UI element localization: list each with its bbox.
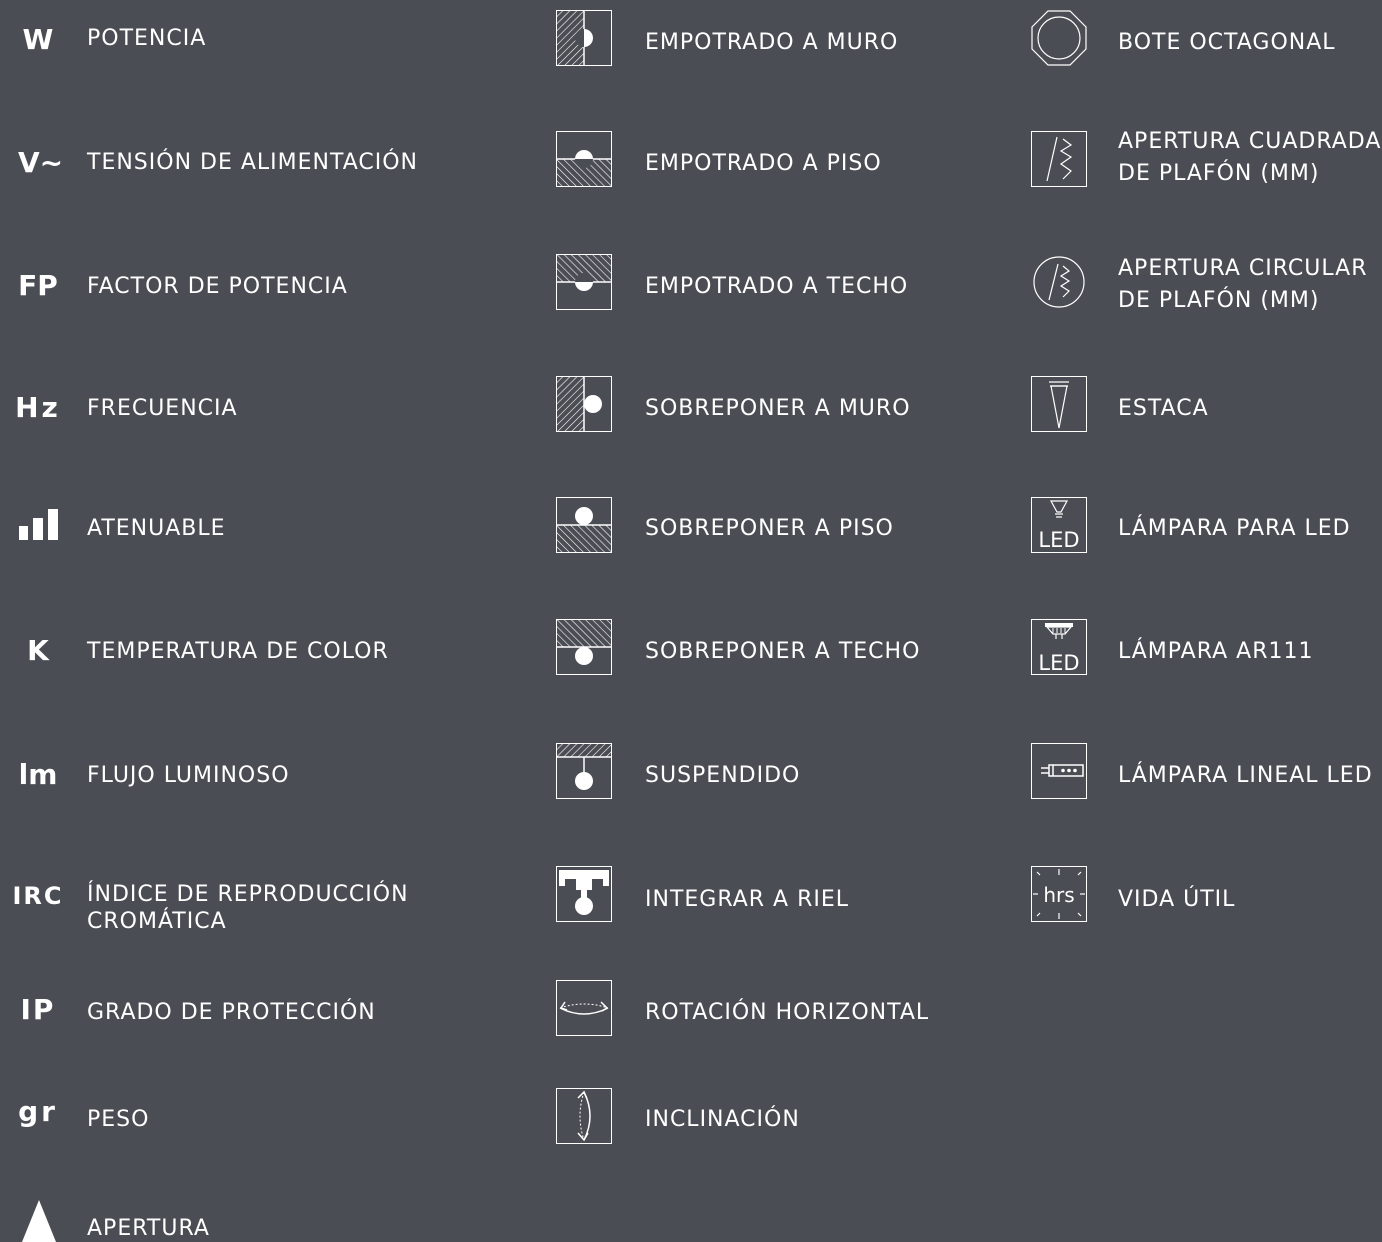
kelvin-symbol: K bbox=[27, 634, 49, 667]
suspended-icon bbox=[556, 743, 612, 799]
recessed-wall-icon bbox=[556, 10, 612, 66]
rotacion-horizontal-label: ROTACIÓN HORIZONTAL bbox=[645, 1000, 930, 1025]
triangle-icon bbox=[20, 1200, 58, 1242]
ip-symbol: IP bbox=[20, 993, 56, 1026]
lampara-lineal-label: LÁMPARA LINEAL LED bbox=[1118, 763, 1373, 788]
irc-label-line1: ÍNDICE DE REPRODUCCIÓN bbox=[87, 882, 409, 907]
apertura-cuadrada-line1: APERTURA CUADRADA bbox=[1118, 129, 1382, 154]
lumen-symbol: lm bbox=[18, 758, 58, 791]
voltage-symbol: V~ bbox=[18, 146, 64, 179]
ar111-lamp-icon: LED bbox=[1031, 619, 1087, 675]
led-lamp-icon: LED bbox=[1031, 497, 1087, 553]
recessed-ceiling-icon bbox=[556, 254, 612, 310]
estaca-label: ESTACA bbox=[1118, 396, 1209, 421]
apertura-circular-line1: APERTURA CIRCULAR bbox=[1118, 256, 1368, 281]
apertura-circular-line2: DE PLAFÓN (MM) bbox=[1118, 288, 1320, 313]
surface-floor-icon bbox=[556, 497, 612, 553]
ar111-lamp-text: LED bbox=[1038, 651, 1079, 675]
integrar-riel-label: INTEGRAR A RIEL bbox=[645, 887, 850, 912]
irc-symbol: IRC bbox=[12, 882, 64, 910]
recessed-floor-icon bbox=[556, 131, 612, 187]
sobreponer-piso-label: SOBREPONER A PISO bbox=[645, 516, 894, 541]
empotrado-muro-label: EMPOTRADO A MURO bbox=[645, 30, 899, 55]
suspendido-label: SUSPENDIDO bbox=[645, 763, 801, 788]
hertz-symbol: Hz bbox=[15, 391, 61, 424]
gram-symbol: gr bbox=[18, 1095, 58, 1128]
lampara-ar111-label: LÁMPARA AR111 bbox=[1118, 639, 1314, 664]
lampara-led-label: LÁMPARA PARA LED bbox=[1118, 516, 1351, 541]
apertura-label: APERTURA bbox=[87, 1216, 210, 1241]
flujo-luminoso-label: FLUJO LUMINOSO bbox=[87, 763, 290, 788]
tension-label: TENSIÓN DE ALIMENTACIÓN bbox=[87, 150, 418, 175]
sobreponer-muro-label: SOBREPONER A MURO bbox=[645, 396, 911, 421]
inclinacion-label: INCLINACIÓN bbox=[645, 1107, 800, 1132]
led-lamp-text: LED bbox=[1038, 528, 1079, 552]
factor-potencia-label: FACTOR DE POTENCIA bbox=[87, 274, 348, 299]
bote-octagonal-label: BOTE OCTAGONAL bbox=[1118, 30, 1336, 55]
surface-ceiling-icon bbox=[556, 619, 612, 675]
stake-icon bbox=[1031, 376, 1087, 432]
atenuable-label: ATENUABLE bbox=[87, 516, 226, 541]
horizontal-rotation-icon bbox=[556, 980, 612, 1036]
frecuencia-label: FRECUENCIA bbox=[87, 396, 238, 421]
square-cutout-icon bbox=[1031, 131, 1087, 187]
vida-util-label: VIDA ÚTIL bbox=[1118, 887, 1236, 912]
empotrado-techo-label: EMPOTRADO A TECHO bbox=[645, 274, 909, 299]
potencia-label: POTENCIA bbox=[87, 26, 207, 51]
octagonal-box-icon bbox=[1031, 10, 1087, 66]
linear-led-icon bbox=[1031, 743, 1087, 799]
peso-label: PESO bbox=[87, 1107, 150, 1132]
irc-label-line2: CROMÁTICA bbox=[87, 909, 227, 934]
surface-wall-icon bbox=[556, 376, 612, 432]
power-factor-symbol: FP bbox=[18, 269, 58, 302]
temperatura-color-label: TEMPERATURA DE COLOR bbox=[87, 639, 389, 664]
apertura-cuadrada-line2: DE PLAFÓN (MM) bbox=[1118, 161, 1320, 186]
tilt-icon bbox=[556, 1088, 612, 1144]
signal-bars-icon bbox=[18, 505, 60, 541]
watt-symbol: W bbox=[22, 23, 54, 56]
grado-proteccion-label: GRADO DE PROTECCIÓN bbox=[87, 1000, 376, 1025]
track-rail-icon bbox=[556, 866, 612, 922]
lifetime-clock-icon: hrs bbox=[1031, 866, 1087, 922]
empotrado-piso-label: EMPOTRADO A PISO bbox=[645, 151, 882, 176]
lifetime-clock-text: hrs bbox=[1043, 883, 1074, 907]
sobreponer-techo-label: SOBREPONER A TECHO bbox=[645, 639, 921, 664]
circular-cutout-icon bbox=[1031, 254, 1087, 310]
